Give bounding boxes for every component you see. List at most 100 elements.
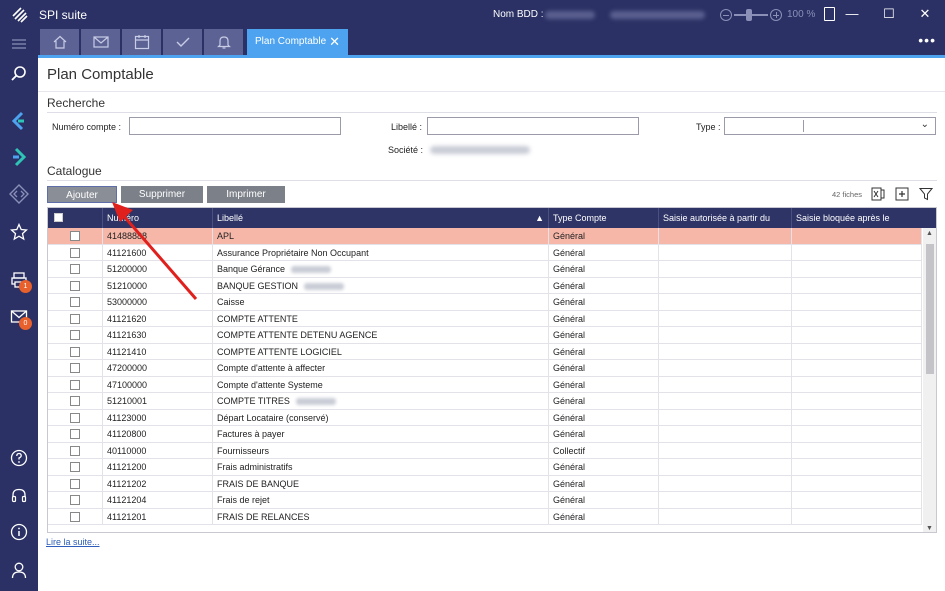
minimize-button[interactable]: — [841, 4, 863, 24]
row-checkbox[interactable] [70, 264, 80, 274]
nav-forward-button[interactable] [7, 145, 31, 169]
row-checkbox[interactable] [70, 346, 80, 357]
table-row[interactable]: 41120800 Factures à payer Général [48, 426, 922, 443]
libelle-input[interactable] [427, 117, 639, 135]
numero-compte-input[interactable] [129, 117, 341, 135]
row-checkbox[interactable] [70, 231, 80, 241]
cell-type-text: Général [553, 412, 586, 423]
table-row[interactable]: 51210001 COMPTE TITRES Général [48, 393, 922, 410]
table-row[interactable]: 41121620 COMPTE ATTENTE Général [48, 310, 922, 327]
cell-libelle-text: Départ Locataire (conservé) [217, 412, 329, 423]
zoom-out-icon[interactable] [720, 9, 732, 21]
table-row[interactable]: 41121410 COMPTE ATTENTE LOGICIEL Général [48, 343, 922, 360]
cell-numero: 41121200 [103, 459, 213, 475]
column-header-numero[interactable]: Numéro [103, 208, 213, 228]
row-select-cell [48, 244, 103, 261]
row-select-cell [48, 228, 103, 244]
column-header-type[interactable]: Type Compte [549, 208, 659, 228]
table-row[interactable]: 41121201 FRAIS DE RELANCES Général [48, 508, 922, 525]
zoom-slider-thumb[interactable] [746, 9, 752, 21]
cell-numero-text: 41121204 [107, 495, 147, 505]
row-checkbox[interactable] [70, 495, 80, 505]
row-select-cell [48, 310, 103, 327]
read-more-link[interactable]: Lire la suite... [46, 537, 100, 547]
row-checkbox[interactable] [70, 363, 80, 373]
excel-export-icon[interactable] [871, 187, 885, 201]
row-checkbox[interactable] [70, 280, 80, 291]
row-checkbox[interactable] [70, 412, 80, 423]
tab-mail[interactable] [81, 29, 120, 55]
column-header-saisie-autorisee[interactable]: Saisie autorisée à partir du [659, 208, 792, 228]
scroll-up-icon[interactable]: ▲ [923, 230, 936, 237]
row-checkbox[interactable] [70, 396, 80, 406]
close-button[interactable]: ✕ [914, 4, 936, 24]
row-checkbox[interactable] [70, 379, 80, 390]
row-checkbox[interactable] [70, 445, 80, 456]
scrollbar-thumb[interactable] [926, 244, 934, 374]
scroll-down-icon[interactable]: ▼ [923, 525, 936, 532]
table-scrollbar[interactable]: ▲ ▼ [923, 228, 936, 532]
tab-home[interactable] [40, 29, 79, 55]
column-header-saisie-bloquee[interactable]: Saisie bloquée après le [792, 208, 936, 228]
document-icon[interactable] [824, 7, 835, 21]
search-section-title: Recherche [47, 96, 106, 110]
cell-numero-text: 51200000 [107, 264, 148, 274]
table-row[interactable]: 51210000 BANQUE GESTION Général [48, 277, 922, 294]
row-select-cell [48, 360, 103, 376]
table-row[interactable]: 41121630 COMPTE ATTENTE DETENU AGENCE Géné… [48, 327, 922, 344]
row-select-cell [48, 409, 103, 426]
tab-plan-comptable[interactable]: Plan Comptable ✕ [247, 29, 348, 55]
table-row[interactable]: 41123000 Départ Locataire (conservé) Génér… [48, 409, 922, 426]
table-row[interactable]: 47100000 Compte d'attente Systeme Général [48, 376, 922, 393]
info-icon [10, 523, 28, 541]
zoom-in-icon[interactable] [770, 9, 782, 21]
table-row[interactable]: 40110000 Fournisseurs Collectif [48, 442, 922, 459]
add-column-icon[interactable] [895, 187, 909, 201]
row-checkbox[interactable] [70, 478, 80, 489]
search-nav-button[interactable] [7, 62, 31, 86]
table-row[interactable]: 51200000 Banque Gérance Général [48, 261, 922, 278]
row-checkbox[interactable] [70, 330, 80, 340]
row-checkbox[interactable] [70, 511, 80, 522]
info-button[interactable] [7, 520, 31, 544]
select-all-checkbox[interactable] [54, 213, 63, 222]
tab-tasks[interactable] [163, 29, 202, 55]
table-row[interactable]: 41488888 APL Général [48, 228, 922, 245]
row-checkbox[interactable] [70, 429, 80, 439]
row-checkbox[interactable] [70, 297, 80, 307]
more-options-icon[interactable]: ••• [918, 32, 936, 48]
cell-type-text: Général [553, 280, 586, 291]
tab-close-icon[interactable]: ✕ [329, 29, 340, 55]
delete-button[interactable]: Supprimer [121, 186, 203, 203]
help-button[interactable] [7, 446, 31, 470]
maximize-button[interactable]: ☐ [878, 4, 900, 24]
messages-button[interactable]: 0 [7, 305, 32, 330]
menu-toggle-button[interactable] [7, 32, 31, 56]
tab-calendar[interactable] [122, 29, 161, 55]
row-checkbox[interactable] [70, 313, 80, 324]
table-row[interactable]: 41121200 Frais administratifs Général [48, 459, 922, 476]
cell-saisie-bloquee [792, 360, 922, 376]
user-profile-button[interactable] [7, 558, 31, 582]
table-row[interactable]: 41121600 Assurance Propriétaire Non Occup… [48, 244, 922, 261]
filter-icon[interactable] [919, 187, 933, 201]
cell-saisie-bloquee [792, 261, 922, 277]
print-queue-button[interactable]: 1 [7, 268, 32, 293]
tab-notifications[interactable] [204, 29, 243, 55]
type-select[interactable]: ⌄ [724, 117, 936, 135]
cell-libelle-text: Frais administratifs [217, 462, 293, 472]
column-header-libelle[interactable]: Libellé ▲ [213, 208, 549, 228]
table-row[interactable]: 47200000 Compte d'attente à affecter Génér… [48, 360, 922, 377]
add-button[interactable]: Ajouter [47, 186, 117, 203]
row-checkbox[interactable] [70, 462, 80, 472]
nav-diamond-button[interactable] [7, 182, 31, 206]
nav-back-button[interactable] [7, 109, 31, 133]
print-button[interactable]: Imprimer [207, 186, 285, 203]
table-row[interactable]: 41121202 FRAIS DE BANQUE Général [48, 475, 922, 492]
support-button[interactable] [7, 484, 31, 508]
table-row[interactable]: 41121204 Frais de rejet Général [48, 492, 922, 509]
favorites-button[interactable] [7, 220, 31, 244]
row-checkbox[interactable] [70, 247, 80, 258]
type-select-divider [803, 120, 804, 132]
table-row[interactable]: 53000000 Caisse Général [48, 294, 922, 311]
